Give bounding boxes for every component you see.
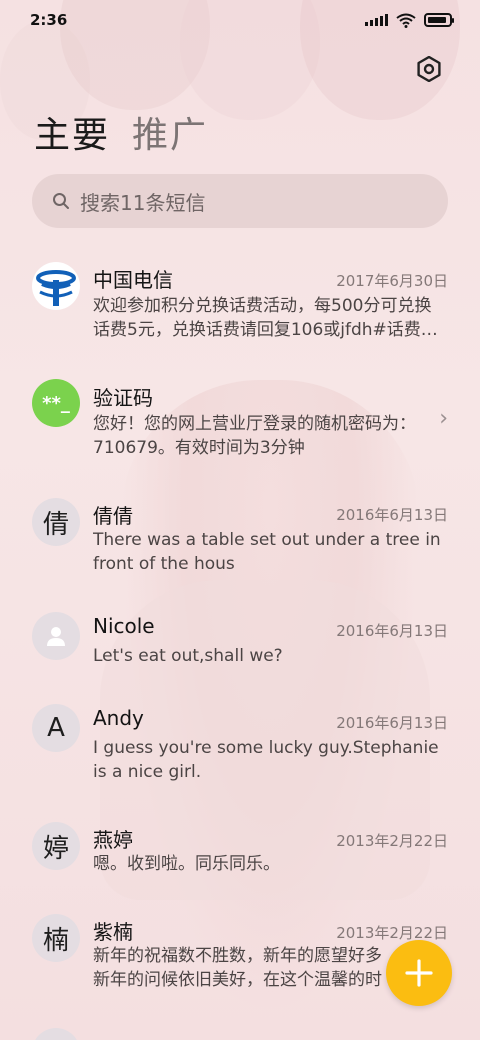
verification-code-avatar: **_	[32, 379, 80, 427]
list-item[interactable]: A Andy 2016年6月13日 I guess you're some lu…	[0, 694, 480, 806]
signal-icon	[365, 14, 388, 26]
tab-bar: 主要 推广	[34, 106, 208, 158]
message-date: 2016年6月13日	[336, 506, 448, 524]
contact-avatar: 楠	[32, 914, 80, 962]
message-date: 2013年2月22日	[336, 832, 448, 850]
search-bar[interactable]: 搜索11条短信	[32, 174, 448, 228]
list-item[interactable]: 中国电信 2017年6月30日 欢迎参加积分兑换话费活动，每500分可兑换 话费…	[0, 248, 480, 360]
contact-avatar: 婷	[32, 822, 80, 870]
wifi-icon	[396, 13, 416, 28]
person-icon	[32, 612, 80, 660]
message-preview: 欢迎参加积分兑换话费活动，每500分可兑换 话费5元，兑换话费请回复106或jf…	[93, 296, 438, 340]
plus-icon	[405, 959, 433, 987]
sender-name: Nicole	[93, 614, 155, 638]
search-placeholder: 搜索11条短信	[80, 190, 206, 215]
telecom-logo-icon	[32, 262, 80, 310]
message-date: 2013年2月22日	[336, 924, 448, 942]
message-date: 2016年6月13日	[336, 622, 448, 640]
message-date: 2017年6月30日	[336, 272, 448, 290]
new-message-button[interactable]	[386, 940, 452, 1006]
message-preview: 您好！您的网上营业厅登录的随机密码为： 710679。有效时间为3分钟	[93, 414, 416, 458]
status-time: 2:36	[30, 11, 68, 29]
message-date: 2016年6月13日	[336, 714, 448, 732]
sender-name: 倩倩	[93, 504, 133, 528]
message-preview: Let's eat out,shall we?	[93, 646, 283, 666]
sender-name: 燕婷	[93, 828, 133, 852]
sender-name: 验证码	[93, 386, 153, 410]
message-preview: There was a table set out under a tree i…	[93, 530, 441, 574]
settings-gear-icon[interactable]	[416, 56, 442, 82]
tab-primary[interactable]: 主要	[34, 106, 110, 158]
message-preview: 嗯。收到啦。同乐同乐。	[93, 854, 280, 874]
sender-name: 紫楠	[93, 920, 133, 944]
status-bar: 2:36	[0, 0, 480, 40]
message-preview: I guess you're some lucky guy.Stephanie …	[93, 738, 439, 782]
list-item[interactable]: 婷 燕婷 2013年2月22日 嗯。收到啦。同乐同乐。	[0, 814, 480, 902]
battery-icon	[424, 13, 454, 27]
tab-promotions[interactable]: 推广	[132, 106, 208, 158]
sender-name: Andy	[93, 706, 144, 730]
list-item[interactable]: 倩 倩倩 2016年6月13日 There was a table set ou…	[0, 482, 480, 594]
sender-name: 中国电信	[93, 268, 173, 292]
contact-avatar: A	[32, 704, 80, 752]
list-item[interactable]: **_ 验证码 › 您好！您的网上营业厅登录的随机密码为： 710679。有效时…	[0, 364, 480, 476]
contact-avatar: 倩	[32, 498, 80, 546]
list-item[interactable]: Nicole 2016年6月13日 Let's eat out,shall we…	[0, 600, 480, 688]
search-icon	[53, 193, 69, 209]
